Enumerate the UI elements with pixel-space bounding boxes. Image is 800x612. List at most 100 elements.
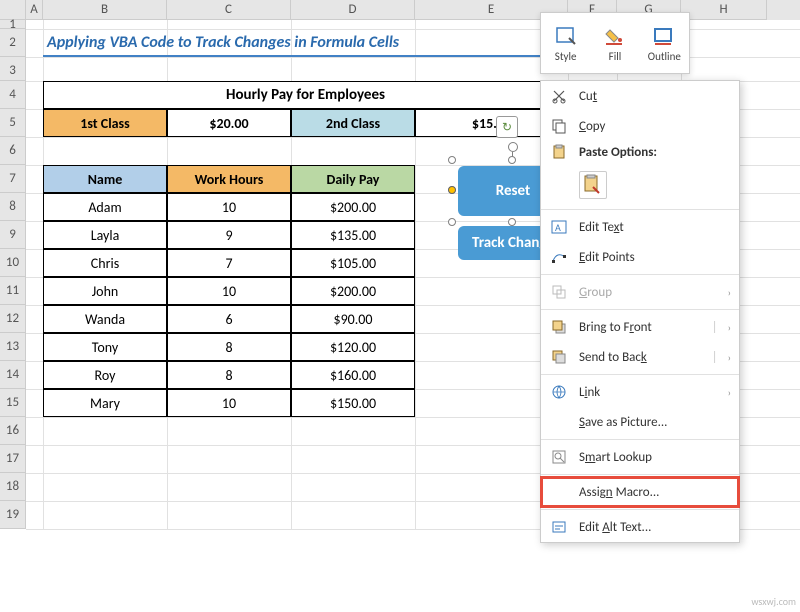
row-header-17[interactable]: 17 [0,445,26,473]
data-header-row: Name Work Hours Daily Pay [43,165,415,193]
row-headers: 1 2 3 4 5 6 7 8 9 10 11 12 13 14 15 16 1… [0,20,26,529]
chevron-right-icon: › [728,351,731,364]
col-header-D[interactable]: D [291,0,415,20]
menu-label: Cut [579,89,731,104]
edit-points-icon [549,247,569,267]
edit-text-icon: A [549,217,569,237]
cell-hours: 9 [167,221,291,249]
paste-icon [549,142,569,162]
header-pay: Daily Pay [291,165,415,193]
row-header-8[interactable]: 8 [0,193,26,221]
blank-icon [549,412,569,432]
col-header-B[interactable]: B [43,0,167,20]
menu-paste-options: Paste Options: [541,141,739,163]
cell-name: Wanda [43,305,167,333]
menu-label: Assign Macro... [579,485,731,500]
row-header-13[interactable]: 13 [0,333,26,361]
table-title: Hourly Pay for Employees [43,81,568,109]
row-header-7[interactable]: 7 [0,165,26,193]
cell-name: John [43,277,167,305]
reset-button-label: Reset [496,182,530,200]
menu-smart-lookup[interactable]: Smart Lookup [541,442,739,472]
send-back-icon [549,347,569,367]
outline-label: Outline [648,50,681,63]
table-row: Tony 8 $120.00 [43,333,415,361]
menu-copy[interactable]: Copy [541,111,739,141]
menu-save-as-picture[interactable]: Save as Picture... [541,407,739,437]
table-row: Roy 8 $160.00 [43,361,415,389]
fill-tool[interactable]: Fill [590,13,639,73]
menu-assign-macro[interactable]: Assign Macro... [541,477,739,507]
row-header-14[interactable]: 14 [0,361,26,389]
cell-name: Layla [43,221,167,249]
outline-icon [652,24,676,48]
row-header-19[interactable]: 19 [0,501,26,529]
row-header-9[interactable]: 9 [0,221,26,249]
menu-paste-keep-formatting[interactable] [541,163,739,207]
cell-pay: $160.00 [291,361,415,389]
row-header-4[interactable]: 4 [0,81,26,109]
cell-pay: $135.00 [291,221,415,249]
row-header-10[interactable]: 10 [0,249,26,277]
menu-label: Smart Lookup [579,450,731,465]
header-name: Name [43,165,167,193]
cell-name: Roy [43,361,167,389]
menu-edit-points[interactable]: Edit Points [541,242,739,272]
outline-tool[interactable]: Outline [640,13,689,73]
menu-send-to-back[interactable]: Send to Back | › [541,342,739,372]
paste-option-icon [579,171,607,199]
menu-cut[interactable]: Cut [541,81,739,111]
row-header-18[interactable]: 18 [0,473,26,501]
menu-label: Edit Text [579,220,731,235]
table-row: Adam 10 $200.00 [43,193,415,221]
row-header-16[interactable]: 16 [0,417,26,445]
table-row: Wanda 6 $90.00 [43,305,415,333]
refresh-icon[interactable]: ↻ [496,116,518,138]
col-header-H[interactable]: H [681,0,767,20]
menu-bring-to-front[interactable]: Bring to Front | › [541,312,739,342]
row-header-5[interactable]: 5 [0,109,26,137]
menu-label: Copy [579,119,731,134]
row-header-15[interactable]: 15 [0,389,26,417]
row-header-2[interactable]: 2 [0,29,26,57]
link-icon [549,382,569,402]
row-header-3[interactable]: 3 [0,57,26,81]
cell-hours: 8 [167,333,291,361]
menu-label: Send to Back [579,350,702,365]
alt-text-icon [549,517,569,537]
cell-hours: 10 [167,277,291,305]
chevron-right-icon: › [728,286,731,299]
cell-hours: 6 [167,305,291,333]
row-header-12[interactable]: 12 [0,305,26,333]
row-header-1[interactable]: 1 [0,20,26,29]
row-header-11[interactable]: 11 [0,277,26,305]
cell-hours: 7 [167,249,291,277]
fill-icon [603,24,627,48]
cell-name: Adam [43,193,167,221]
style-tool[interactable]: Style [541,13,590,73]
chevron-right-icon: › [728,386,731,399]
cell-pay: $120.00 [291,333,415,361]
cut-icon [549,86,569,106]
page-title: Applying VBA Code to Track Changes in Fo… [43,29,568,57]
cell-pay: $105.00 [291,249,415,277]
menu-label: Link [579,385,718,400]
cell-1st-class: 1st Class [43,109,167,137]
col-header-A[interactable]: A [26,0,43,20]
cell-pay: $90.00 [291,305,415,333]
style-label: Style [555,50,577,63]
menu-label: Paste Options: [579,145,731,160]
copy-icon [549,116,569,136]
menu-group: Group › [541,277,739,307]
menu-link[interactable]: Link › [541,377,739,407]
menu-edit-text[interactable]: A Edit Text [541,212,739,242]
smart-lookup-icon [549,447,569,467]
blank-icon [549,482,569,502]
cell-hours: 10 [167,193,291,221]
col-header-C[interactable]: C [167,0,291,20]
mini-toolbar: Style Fill Outline [540,12,690,74]
context-menu: Cut Copy Paste Options: A Edit Text Edit… [540,80,740,543]
menu-edit-alt-text[interactable]: Edit Alt Text... [541,512,739,542]
table-row: John 10 $200.00 [43,277,415,305]
row-header-6[interactable]: 6 [0,137,26,165]
